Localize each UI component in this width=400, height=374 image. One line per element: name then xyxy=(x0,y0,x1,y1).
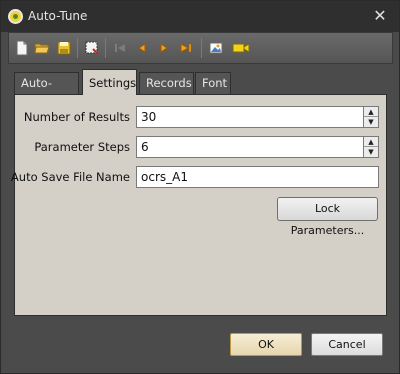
spin-down-icon[interactable]: ▼ xyxy=(364,117,378,127)
spin-down-icon[interactable]: ▼ xyxy=(364,147,378,157)
settings-panel: Number of Results ▲ ▼ Parameter Steps ▲ … xyxy=(10,94,387,316)
tab-auto-tune[interactable]: Auto-Tune xyxy=(14,72,79,110)
open-folder-icon[interactable] xyxy=(33,39,51,57)
parameter-steps-spinner[interactable]: ▲ ▼ xyxy=(363,136,379,158)
close-button[interactable]: ✕ xyxy=(371,6,389,26)
save-disk-icon[interactable] xyxy=(55,39,73,57)
toolbar xyxy=(8,32,393,64)
tab-settings[interactable]: Settings xyxy=(82,69,137,95)
new-document-icon[interactable] xyxy=(13,39,31,57)
last-record-icon[interactable] xyxy=(177,39,195,57)
number-of-results-label: Number of Results xyxy=(23,110,130,124)
title-bar[interactable]: Auto-Tune ✕ xyxy=(1,1,399,32)
spin-up-icon[interactable]: ▲ xyxy=(364,137,378,147)
number-of-results-field[interactable] xyxy=(136,106,379,128)
number-of-results-spinner[interactable]: ▲ ▼ xyxy=(363,106,379,128)
auto-save-file-name-label: Auto Save File Name xyxy=(10,170,130,184)
first-record-icon xyxy=(111,39,129,57)
window-title: Auto-Tune xyxy=(28,9,88,23)
dialog-body: Auto-Tune Settings Records Font Number o… xyxy=(8,32,393,367)
toolbar-separator xyxy=(201,38,202,58)
auto-tune-window: Auto-Tune ✕ Auto- Settings Records Font … xyxy=(0,0,400,374)
toolbar-separator xyxy=(105,38,106,58)
tab-font[interactable]: Font xyxy=(195,72,231,94)
cancel-button[interactable]: Cancel xyxy=(311,333,383,356)
auto-tune-app-icon xyxy=(8,9,23,24)
ok-button[interactable]: OK xyxy=(230,333,302,356)
crop-select-icon[interactable] xyxy=(83,39,101,57)
spin-up-icon[interactable]: ▲ xyxy=(364,107,378,117)
lock-parameters-button[interactable]: Lock Parameters... xyxy=(277,197,378,237)
previous-record-icon[interactable] xyxy=(133,39,151,57)
video-camera-icon[interactable] xyxy=(231,39,250,57)
auto-save-file-name-field[interactable] xyxy=(136,166,379,188)
tab-records[interactable]: Records xyxy=(139,72,194,94)
parameter-steps-label: Parameter Steps xyxy=(34,140,130,154)
next-record-icon[interactable] xyxy=(155,39,173,57)
picture-icon[interactable] xyxy=(207,39,225,57)
parameter-steps-field[interactable] xyxy=(136,136,379,158)
toolbar-separator xyxy=(77,38,78,58)
